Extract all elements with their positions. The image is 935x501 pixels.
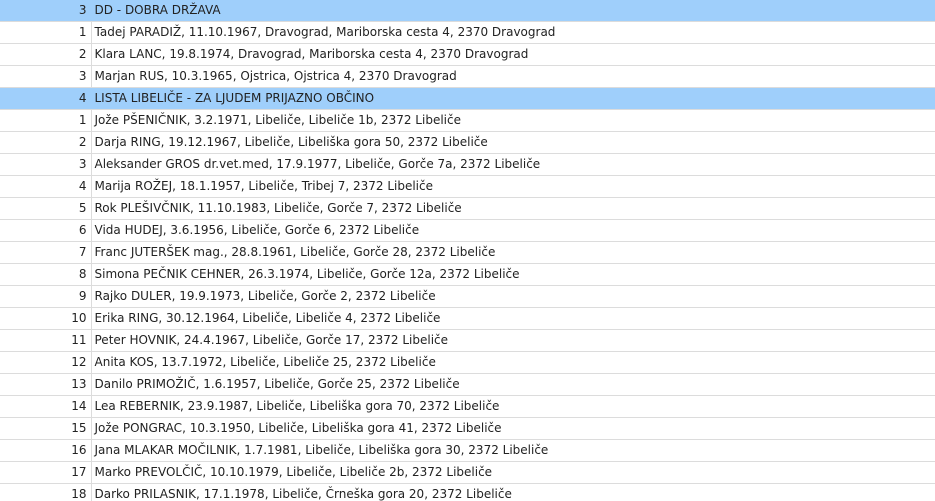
candidate-number: 4: [0, 175, 92, 198]
candidate-row: 4 Marija ROŽEJ, 18.1.1957, Libeliče, Trib…: [0, 175, 935, 198]
candidate-number: 10: [0, 307, 92, 330]
candidate-number: 9: [0, 285, 92, 308]
candidate-row: 9 Rajko DULER, 19.9.1973, Libeliče, Gorče…: [0, 285, 935, 308]
candidate-details: Darko PRILASNIK, 17.1.1978, Libeliče, Čr…: [91, 483, 935, 501]
candidate-row: 16 Jana MLAKAR MOČILNIK, 1.7.1981, Libeli…: [0, 439, 935, 462]
party-name: DD - DOBRA DRŽAVA: [91, 0, 935, 22]
candidate-details: Rajko DULER, 19.9.1973, Libeliče, Gorče …: [91, 285, 935, 308]
candidate-number: 18: [0, 483, 92, 501]
candidate-list-body: 3 DD - DOBRA DRŽAVA 1 Tadej PARADIŽ, 11.10.…: [0, 0, 935, 501]
candidate-number: 13: [0, 373, 92, 396]
candidate-row: 10 Erika RING, 30.12.1964, Libeliče, Libe…: [0, 307, 935, 330]
candidate-details: Erika RING, 30.12.1964, Libeliče, Libeli…: [91, 307, 935, 330]
candidate-number: 12: [0, 351, 92, 374]
candidate-row: 11 Peter HOVNIK, 24.4.1967, Libeliče, Gor…: [0, 329, 935, 352]
candidate-details: Tadej PARADIŽ, 11.10.1967, Dravograd, Ma…: [91, 21, 935, 44]
candidate-row: 2 Klara LANC, 19.8.1974, Dravograd, Marib…: [0, 43, 935, 66]
candidate-number: 16: [0, 439, 92, 462]
candidate-details: Simona PEČNIK CEHNER, 26.3.1974, Libelič…: [91, 263, 935, 286]
candidate-details: Lea REBERNIK, 23.9.1987, Libeliče, Libel…: [91, 395, 935, 418]
candidate-number: 1: [0, 109, 92, 132]
candidate-row: 3 Marjan RUS, 10.3.1965, Ojstrica, Ojstri…: [0, 65, 935, 88]
candidate-number: 17: [0, 461, 92, 484]
candidate-details: Aleksander GROS dr.vet.med, 17.9.1977, L…: [91, 153, 935, 176]
candidate-row: 17 Marko PREVOLČIČ, 10.10.1979, Libeliče,…: [0, 461, 935, 484]
party-number: 3: [0, 0, 92, 22]
candidate-row: 14 Lea REBERNIK, 23.9.1987, Libeliče, Lib…: [0, 395, 935, 418]
candidate-details: Jana MLAKAR MOČILNIK, 1.7.1981, Libeliče…: [91, 439, 935, 462]
candidate-number: 11: [0, 329, 92, 352]
candidate-number: 7: [0, 241, 92, 264]
candidate-number: 3: [0, 153, 92, 176]
candidate-details: Marija ROŽEJ, 18.1.1957, Libeliče, Tribe…: [91, 175, 935, 198]
candidate-number: 1: [0, 21, 92, 44]
candidate-row: 6 Vida HUDEJ, 3.6.1956, Libeliče, Gorče 6…: [0, 219, 935, 242]
candidate-row: 12 Anita KOS, 13.7.1972, Libeliče, Libeli…: [0, 351, 935, 374]
candidate-details: Jože PONGRAC, 10.3.1950, Libeliče, Libel…: [91, 417, 935, 440]
candidate-row: 18 Darko PRILASNIK, 17.1.1978, Libeliče, …: [0, 483, 935, 501]
candidate-details: Anita KOS, 13.7.1972, Libeliče, Libeliče…: [91, 351, 935, 374]
candidate-number: 8: [0, 263, 92, 286]
candidate-details: Marko PREVOLČIČ, 10.10.1979, Libeliče, L…: [91, 461, 935, 484]
candidate-row: 1 Tadej PARADIŽ, 11.10.1967, Dravograd, M…: [0, 21, 935, 44]
candidate-details: Vida HUDEJ, 3.6.1956, Libeliče, Gorče 6,…: [91, 219, 935, 242]
party-name: LISTA LIBELIČE - ZA LJUDEM PRIJAZNO OBČI…: [91, 87, 935, 110]
candidate-row: 15 Jože PONGRAC, 10.3.1950, Libeliče, Lib…: [0, 417, 935, 440]
candidate-number: 15: [0, 417, 92, 440]
candidate-number: 2: [0, 131, 92, 154]
candidate-row: 3 Aleksander GROS dr.vet.med, 17.9.1977, …: [0, 153, 935, 176]
candidate-row: 13 Danilo PRIMOŽIČ, 1.6.1957, Libeliče, G…: [0, 373, 935, 396]
candidate-row: 8 Simona PEČNIK CEHNER, 26.3.1974, Libeli…: [0, 263, 935, 286]
candidate-row: 2 Darja RING, 19.12.1967, Libeliče, Libel…: [0, 131, 935, 154]
party-number: 4: [0, 87, 92, 110]
party-header-row: 3 DD - DOBRA DRŽAVA: [0, 0, 935, 22]
candidate-number: 5: [0, 197, 92, 220]
candidate-row: 1 Jože PŠENIČNIK, 3.2.1971, Libeliče, Lib…: [0, 109, 935, 132]
candidate-details: Franc JUTERŠEK mag., 28.8.1961, Libeliče…: [91, 241, 935, 264]
candidate-row: 5 Rok PLEŠIVČNIK, 11.10.1983, Libeliče, G…: [0, 197, 935, 220]
candidate-details: Jože PŠENIČNIK, 3.2.1971, Libeliče, Libe…: [91, 109, 935, 132]
candidate-number: 2: [0, 43, 92, 66]
candidate-details: Marjan RUS, 10.3.1965, Ojstrica, Ojstric…: [91, 65, 935, 88]
candidate-details: Rok PLEŠIVČNIK, 11.10.1983, Libeliče, Go…: [91, 197, 935, 220]
party-header-row: 4 LISTA LIBELIČE - ZA LJUDEM PRIJAZNO OBČ…: [0, 87, 935, 110]
candidate-details: Klara LANC, 19.8.1974, Dravograd, Maribo…: [91, 43, 935, 66]
candidate-row: 7 Franc JUTERŠEK mag., 28.8.1961, Libelič…: [0, 241, 935, 264]
candidate-number: 14: [0, 395, 92, 418]
candidate-details: Peter HOVNIK, 24.4.1967, Libeliče, Gorče…: [91, 329, 935, 352]
candidate-number: 6: [0, 219, 92, 242]
candidate-number: 3: [0, 65, 92, 88]
candidate-list-table: 3 DD - DOBRA DRŽAVA 1 Tadej PARADIŽ, 11.10.…: [0, 0, 935, 501]
candidate-details: Darja RING, 19.12.1967, Libeliče, Libeli…: [91, 131, 935, 154]
candidate-details: Danilo PRIMOŽIČ, 1.6.1957, Libeliče, Gor…: [91, 373, 935, 396]
